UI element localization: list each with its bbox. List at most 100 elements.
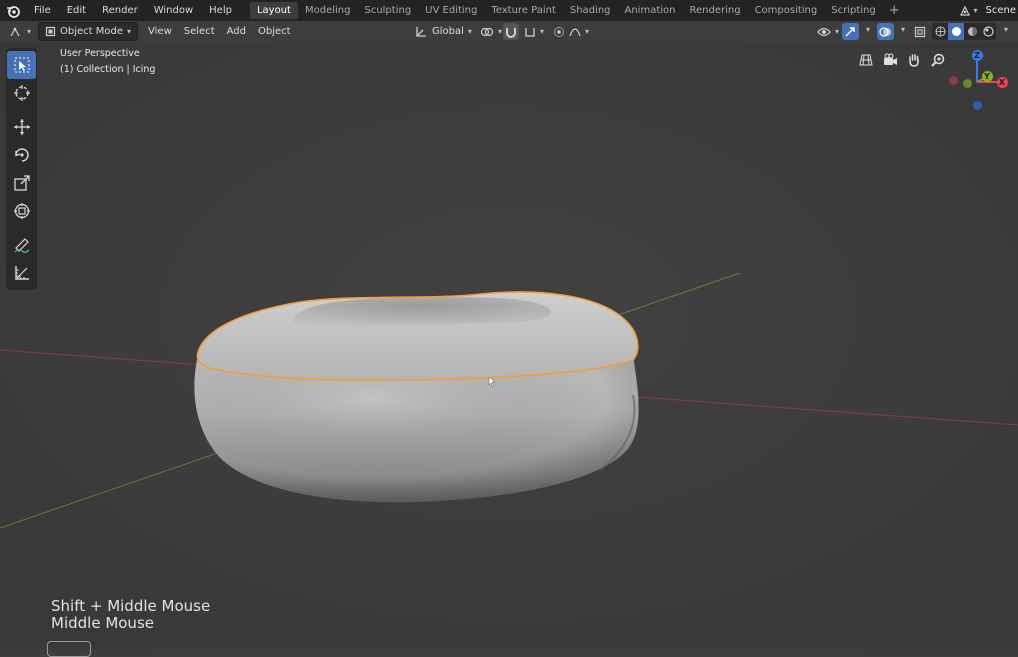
annotate-tool[interactable] — [6, 231, 37, 259]
move-tool[interactable] — [6, 113, 37, 141]
menu-edit[interactable]: Edit — [59, 0, 94, 21]
gizmo-y-positive[interactable]: Y — [982, 71, 993, 82]
menu-object[interactable]: Object — [252, 23, 297, 40]
overlay-toggle[interactable] — [877, 23, 894, 40]
gizmo-toggle[interactable] — [842, 23, 859, 40]
chevron-down-icon: ▾ — [585, 23, 589, 40]
tab-uv-editing[interactable]: UV Editing — [418, 2, 484, 19]
measure-tool[interactable] — [6, 259, 37, 287]
transform-tool[interactable] — [6, 197, 37, 225]
viewport-header: ▾ Object Mode ▾ View Select Add Object G… — [0, 21, 1018, 42]
solid-shading-icon[interactable] — [948, 23, 964, 40]
tab-shading[interactable]: Shading — [563, 2, 618, 19]
xray-toggle[interactable] — [912, 23, 928, 40]
tab-texture-paint[interactable]: Texture Paint — [484, 2, 563, 19]
scale-icon — [13, 174, 31, 192]
3d-viewport[interactable] — [0, 42, 1018, 649]
gizmo-y-negative[interactable] — [963, 79, 972, 88]
annotate-icon — [13, 236, 31, 254]
scene-selector: ▾ Scene — [957, 0, 1018, 21]
cursor-tool[interactable] — [6, 79, 37, 107]
key-hint-shift-middle-mouse: Shift + Middle Mouse — [51, 597, 210, 615]
rotate-tool[interactable] — [6, 141, 37, 169]
tool-shelf — [6, 48, 37, 290]
snap-target-dropdown[interactable]: ▾ — [521, 23, 547, 40]
gizmo-y-label: Y — [982, 71, 993, 82]
menu-file[interactable]: File — [26, 0, 59, 21]
tab-modeling[interactable]: Modeling — [298, 2, 358, 19]
tab-compositing[interactable]: Compositing — [748, 2, 825, 19]
rotate-icon — [13, 146, 31, 164]
camera-view-button[interactable] — [879, 49, 901, 71]
menu-view[interactable]: View — [142, 23, 178, 40]
pan-hand-icon — [907, 53, 921, 67]
navigation-gizmo[interactable]: Z Y X — [943, 44, 1013, 114]
gizmo-z-label: Z — [972, 50, 983, 61]
gizmo-z-positive[interactable]: Z — [972, 50, 983, 61]
gizmo-x-label: X — [997, 77, 1008, 88]
blender-logo-icon[interactable] — [0, 0, 26, 21]
xray-icon — [914, 26, 926, 38]
chevron-down-icon[interactable]: ▾ — [973, 6, 977, 15]
key-badge — [47, 641, 91, 657]
material-preview-icon[interactable] — [964, 23, 980, 40]
top-bar: File Edit Render Window Help Layout Mode… — [0, 0, 1018, 21]
tab-sculpting[interactable]: Sculpting — [357, 2, 418, 19]
transform-orientation-dropdown[interactable]: Global ▾ — [409, 23, 478, 40]
editor-type-icon — [9, 26, 23, 38]
editor-type-button[interactable]: ▾ — [6, 23, 34, 40]
toggle-perspective-icon — [859, 53, 873, 67]
pivot-icon — [480, 26, 494, 38]
falloff-curve-icon — [569, 26, 581, 38]
gizmo-x-positive[interactable]: X — [997, 77, 1008, 88]
icing-mesh — [194, 292, 638, 502]
gizmo-z-negative[interactable] — [973, 101, 982, 110]
menu-help[interactable]: Help — [201, 0, 240, 21]
chevron-down-icon: ▾ — [835, 23, 839, 40]
cursor-icon — [13, 84, 31, 102]
move-icon — [13, 118, 31, 136]
select-box-icon — [13, 56, 31, 74]
menu-window[interactable]: Window — [146, 0, 201, 21]
tab-rendering[interactable]: Rendering — [682, 2, 747, 19]
menu-add[interactable]: Add — [221, 23, 252, 40]
eye-icon — [817, 26, 831, 38]
pivot-point-dropdown[interactable]: ▾ — [477, 23, 505, 40]
scene-icon[interactable] — [957, 5, 973, 17]
chevron-down-icon: ▾ — [27, 23, 31, 40]
menu-render[interactable]: Render — [94, 0, 146, 21]
snap-toggle[interactable] — [503, 23, 519, 40]
tab-animation[interactable]: Animation — [618, 2, 683, 19]
scene-name[interactable]: Scene — [982, 5, 1018, 16]
chevron-down-icon[interactable]: ▾ — [1004, 25, 1008, 34]
toggle-perspective-button[interactable] — [855, 49, 877, 71]
chevron-down-icon[interactable]: ▾ — [901, 25, 905, 34]
shading-mode-group — [932, 23, 996, 40]
rendered-shading-icon[interactable] — [980, 23, 996, 40]
menu-select[interactable]: Select — [178, 23, 221, 40]
select-box-tool[interactable] — [7, 51, 36, 79]
chevron-down-icon[interactable]: ▾ — [866, 25, 870, 34]
add-workspace-button[interactable]: + — [883, 2, 906, 19]
gizmo-x-negative[interactable] — [949, 76, 958, 85]
tab-layout[interactable]: Layout — [250, 2, 298, 19]
wireframe-shading-icon[interactable] — [932, 23, 948, 40]
measure-icon — [13, 264, 31, 282]
transform-icon — [13, 202, 31, 220]
overlay-icon — [879, 26, 892, 38]
object-mode-dropdown[interactable]: Object Mode ▾ — [38, 22, 138, 41]
viewport-collection-label: (1) Collection | Icing — [60, 64, 155, 75]
orientation-icon — [415, 26, 427, 38]
camera-view-icon — [883, 53, 898, 67]
gizmo-icon — [844, 26, 857, 38]
tab-scripting[interactable]: Scripting — [824, 2, 882, 19]
viewport-perspective-label: User Perspective — [60, 48, 140, 59]
visibility-dropdown[interactable]: ▾ — [814, 23, 842, 40]
chevron-down-icon: ▾ — [127, 23, 131, 40]
chevron-down-icon: ▾ — [540, 23, 544, 40]
falloff-dropdown[interactable]: ▾ — [566, 23, 592, 40]
pan-view-button[interactable] — [903, 49, 925, 71]
snap-target-icon — [524, 26, 536, 38]
scale-tool[interactable] — [6, 169, 37, 197]
proportional-edit-icon — [553, 26, 565, 38]
